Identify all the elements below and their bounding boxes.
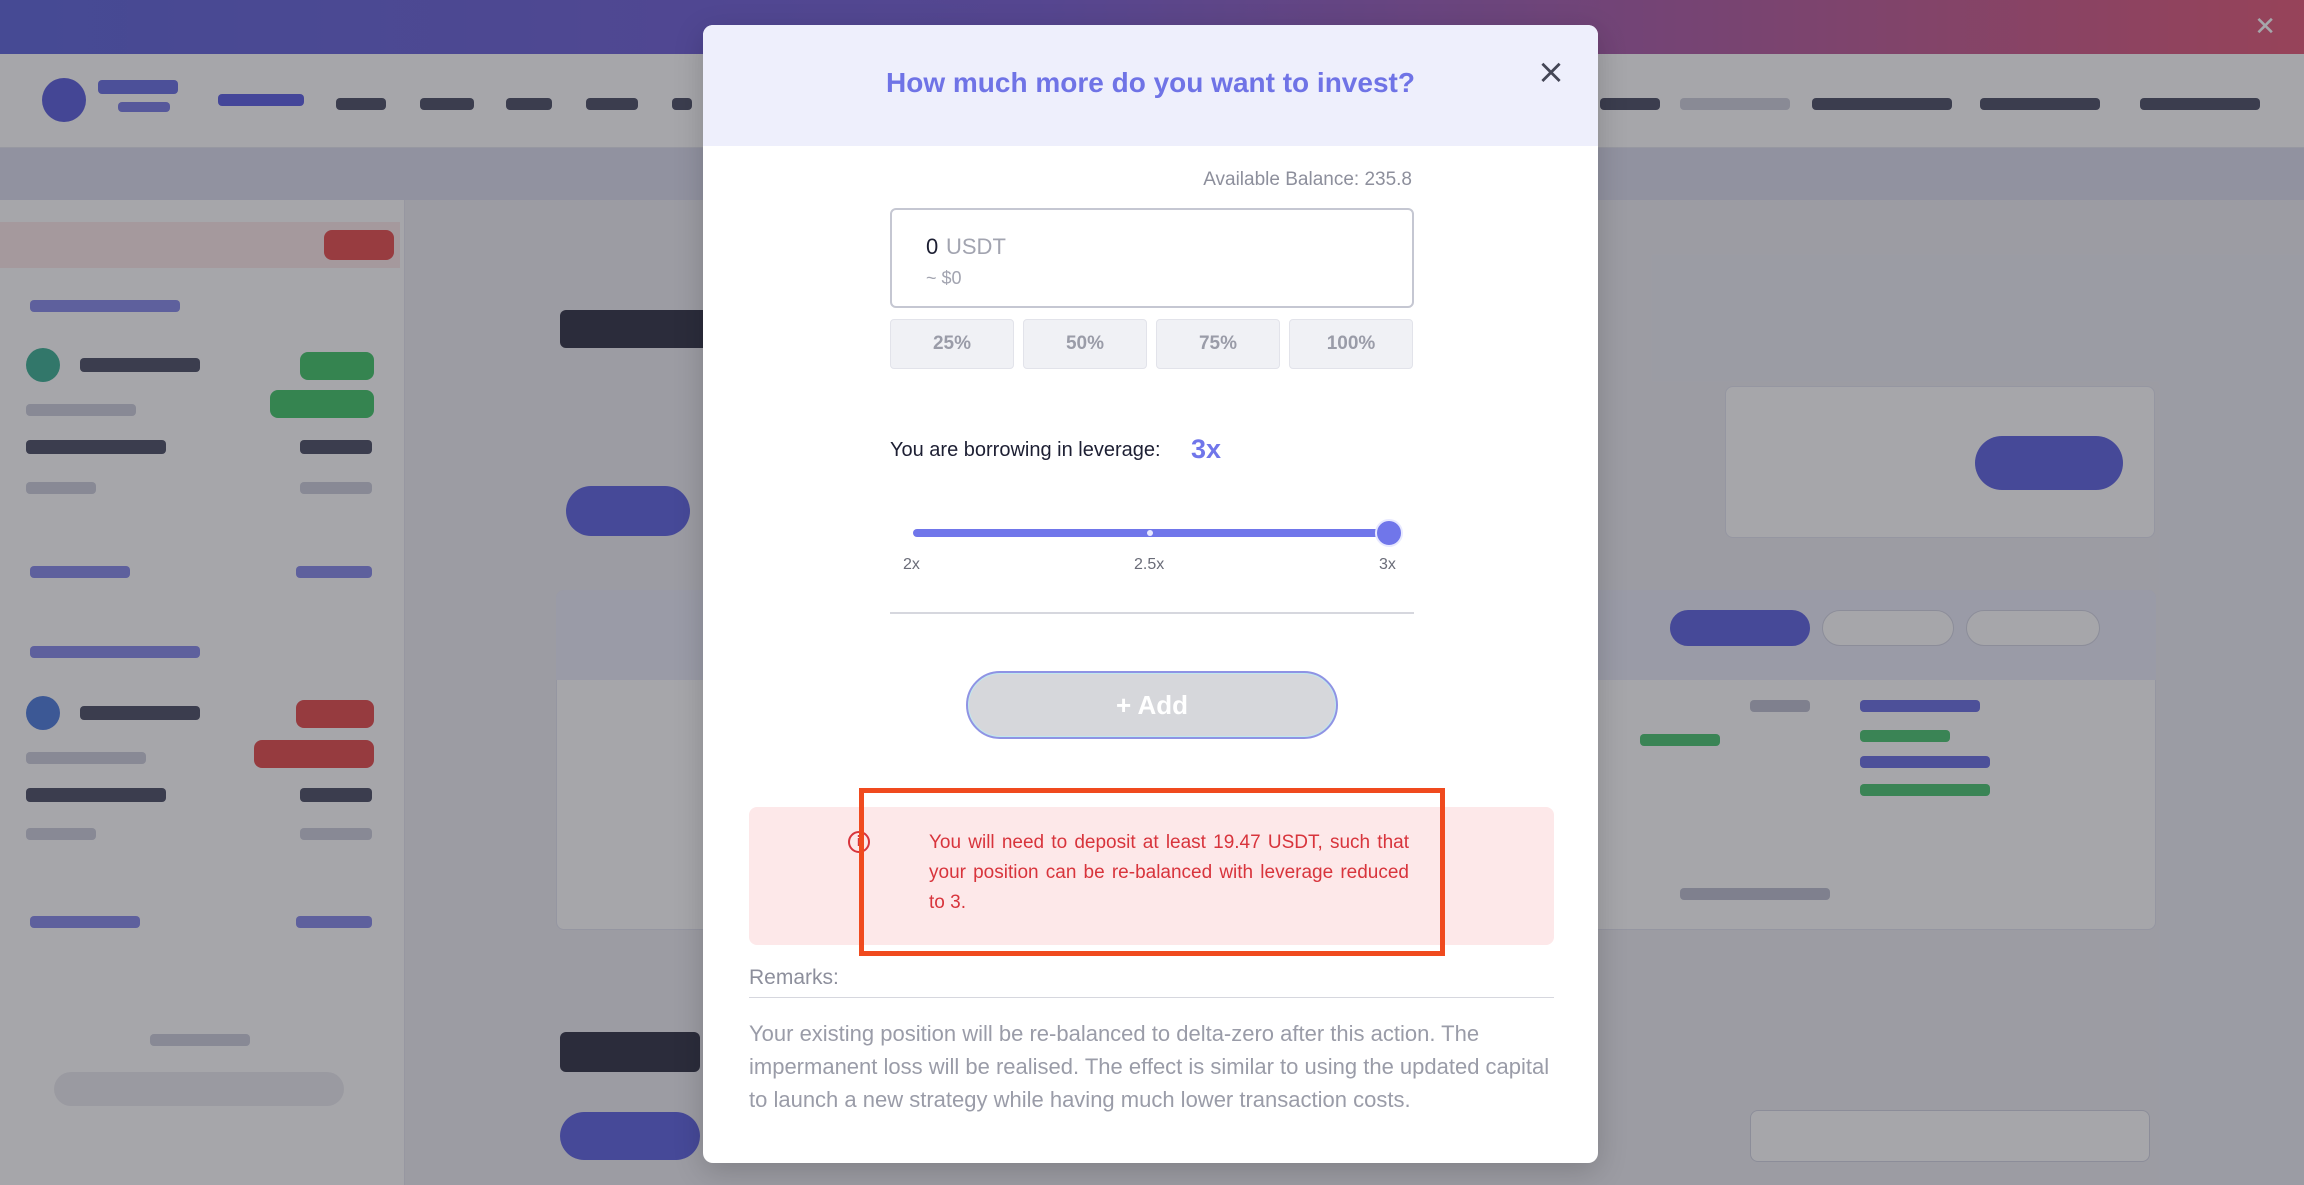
highlight-box	[859, 788, 1445, 956]
leverage-value: 3x	[1191, 434, 1222, 464]
percent-75-button[interactable]: 75%	[1156, 319, 1280, 369]
available-balance: Available Balance: 235.8	[1203, 169, 1412, 190]
leverage-slider-thumb[interactable]	[1375, 519, 1403, 547]
percent-50-button[interactable]: 50%	[1023, 319, 1147, 369]
leverage-tick-max: 3x	[1379, 556, 1396, 573]
invest-more-modal: How much more do you want to invest? × A…	[703, 25, 1598, 1163]
close-icon[interactable]: ×	[1534, 55, 1568, 89]
add-button[interactable]: + Add	[966, 671, 1338, 739]
amount-unit: USDT	[946, 234, 1006, 259]
leverage-tick-mid: 2.5x	[1134, 556, 1165, 573]
divider	[890, 612, 1414, 614]
percent-100-button[interactable]: 100%	[1289, 319, 1413, 369]
percent-25-button[interactable]: 25%	[890, 319, 1014, 369]
amount-value[interactable]: 0	[926, 234, 938, 260]
percent-buttons: 25% 50% 75% 100%	[890, 319, 1414, 369]
leverage-tick-min: 2x	[903, 556, 920, 573]
remarks-label: Remarks:	[749, 966, 839, 989]
leverage-label: You are borrowing in leverage:	[890, 439, 1161, 461]
leverage-slider-mark	[1147, 530, 1153, 536]
amount-usd-value: ~ $0	[926, 268, 962, 288]
amount-input[interactable]: 0 USDT ~ $0	[890, 208, 1414, 308]
remarks-text: Your existing position will be re-balanc…	[749, 1021, 1550, 1112]
remarks-divider	[749, 997, 1554, 998]
modal-title: How much more do you want to invest?	[886, 67, 1415, 98]
